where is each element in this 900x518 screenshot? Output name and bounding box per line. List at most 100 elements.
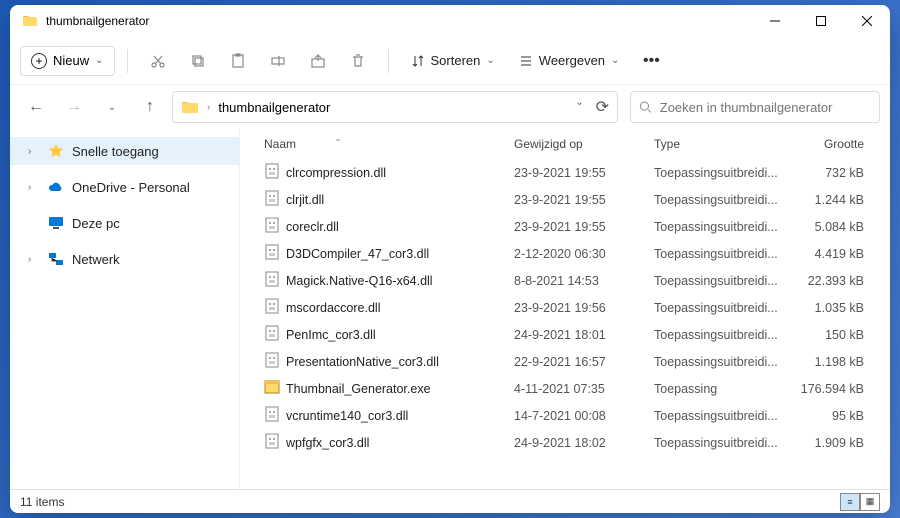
file-row[interactable]: clrjit.dll23-9-2021 19:55Toepassingsuitb… [240, 186, 890, 213]
file-modified: 14-7-2021 00:08 [514, 409, 654, 423]
file-size: 1.244 kB [784, 193, 864, 207]
sort-button[interactable]: Sorteren ⌄ [401, 47, 505, 74]
file-row[interactable]: D3DCompiler_47_cor3.dll2-12-2020 06:30To… [240, 240, 890, 267]
copy-button[interactable] [180, 43, 216, 79]
file-row[interactable]: coreclr.dll23-9-2021 19:55Toepassingsuit… [240, 213, 890, 240]
status-item-count: 11 items [20, 495, 64, 509]
file-size: 22.393 kB [784, 274, 864, 288]
file-row[interactable]: Magick.Native-Q16-x64.dll8-8-2021 14:53T… [240, 267, 890, 294]
network-icon [48, 251, 64, 267]
chevron-right-icon: › [28, 182, 40, 193]
star-icon [48, 143, 64, 159]
rename-button[interactable] [260, 43, 296, 79]
titlebar: thumbnailgenerator [10, 5, 890, 37]
more-button[interactable]: ••• [633, 43, 669, 79]
file-name: Magick.Native-Q16-x64.dll [286, 274, 433, 288]
search-input[interactable] [660, 100, 871, 115]
dll-icon [264, 298, 280, 317]
pc-icon [48, 215, 64, 231]
forward-button[interactable]: → [58, 91, 90, 123]
file-type: Toepassing [654, 382, 784, 396]
statusbar: 11 items ≡ ▦ [10, 489, 890, 513]
column-name[interactable]: Naam ˆ [264, 137, 514, 151]
new-button[interactable]: + Nieuw ⌄ [20, 46, 115, 76]
new-label: Nieuw [53, 53, 89, 68]
column-modified[interactable]: Gewijzigd op [514, 137, 654, 151]
view-toggle: ≡ ▦ [840, 493, 880, 511]
dll-icon [264, 244, 280, 263]
paste-button[interactable] [220, 43, 256, 79]
up-button[interactable]: ↑ [134, 91, 166, 123]
share-button[interactable] [300, 43, 336, 79]
dll-icon [264, 433, 280, 452]
breadcrumb-sep: › [207, 102, 210, 113]
sidebar-item-quick-access[interactable]: › Snelle toegang [10, 137, 239, 165]
file-name: PresentationNative_cor3.dll [286, 355, 439, 369]
sort-icon [411, 54, 425, 68]
exe-icon [264, 379, 280, 398]
navigation-row: ← → ⌄ ↑ › thumbnailgenerator ⌄ ⟳ [10, 85, 890, 129]
sidebar-item-onedrive[interactable]: › OneDrive - Personal [10, 173, 239, 201]
file-size: 1.198 kB [784, 355, 864, 369]
file-name: clrjit.dll [286, 193, 324, 207]
file-size: 95 kB [784, 409, 864, 423]
file-row[interactable]: vcruntime140_cor3.dll14-7-2021 00:08Toep… [240, 402, 890, 429]
separator [388, 49, 389, 73]
file-row[interactable]: wpfgfx_cor3.dll 24-9-2021 18:02Toepassing… [240, 429, 890, 456]
search-box[interactable] [630, 91, 880, 123]
column-size[interactable]: Grootte [784, 137, 864, 151]
file-modified: 23-9-2021 19:55 [514, 193, 654, 207]
file-modified: 24-9-2021 18:02 [514, 436, 654, 450]
dll-icon [264, 217, 280, 236]
file-type: Toepassingsuitbreidi... [654, 436, 784, 450]
view-button[interactable]: Weergeven ⌄ [509, 47, 630, 74]
file-modified: 23-9-2021 19:55 [514, 166, 654, 180]
file-row[interactable]: PresentationNative_cor3.dll 22-9-2021 16:… [240, 348, 890, 375]
maximize-button[interactable] [798, 5, 844, 37]
file-size: 176.594 kB [784, 382, 864, 396]
dll-icon [264, 325, 280, 344]
cloud-icon [48, 179, 64, 195]
column-type[interactable]: Type [654, 137, 784, 151]
file-name: Thumbnail_Generator.exe [286, 382, 431, 396]
minimize-button[interactable] [752, 5, 798, 37]
cut-button[interactable] [140, 43, 176, 79]
chevron-down-icon[interactable]: ⌄ [575, 97, 583, 117]
file-name: PenImc_cor3.dll [286, 328, 376, 342]
chevron-down-icon: ⌄ [95, 55, 103, 66]
address-bar[interactable]: › thumbnailgenerator ⌄ ⟳ [172, 91, 618, 123]
chevron-down-icon: ⌄ [486, 55, 494, 66]
content: Naam ˆ Gewijzigd op Type Grootte clrcomp… [240, 129, 890, 489]
file-size: 732 kB [784, 166, 864, 180]
file-row[interactable]: mscordaccore.dll23-9-2021 19:56Toepassin… [240, 294, 890, 321]
file-row[interactable]: Thumbnail_Generator.exe 4-11-2021 07:35To… [240, 375, 890, 402]
file-name: wpfgfx_cor3.dll [286, 436, 369, 450]
delete-button[interactable] [340, 43, 376, 79]
sort-indicator-icon: ˆ [336, 137, 340, 151]
close-button[interactable] [844, 5, 890, 37]
file-type: Toepassingsuitbreidi... [654, 355, 784, 369]
sidebar-item-network[interactable]: › Netwerk [10, 245, 239, 273]
file-row[interactable]: clrcompression.dll23-9-2021 19:55Toepass… [240, 159, 890, 186]
file-type: Toepassingsuitbreidi... [654, 328, 784, 342]
back-button[interactable]: ← [20, 91, 52, 123]
file-modified: 24-9-2021 18:01 [514, 328, 654, 342]
file-row[interactable]: PenImc_cor3.dll 24-9-2021 18:01Toepassing… [240, 321, 890, 348]
dll-icon [264, 352, 280, 371]
sidebar-item-label: Deze pc [72, 216, 120, 231]
file-modified: 22-9-2021 16:57 [514, 355, 654, 369]
plus-icon: + [31, 53, 47, 69]
recent-button[interactable]: ⌄ [96, 91, 128, 123]
sort-label: Sorteren [431, 53, 481, 68]
sidebar-item-label: OneDrive - Personal [72, 180, 190, 195]
file-modified: 2-12-2020 06:30 [514, 247, 654, 261]
file-modified: 4-11-2021 07:35 [514, 382, 654, 396]
file-name: clrcompression.dll [286, 166, 386, 180]
file-size: 5.084 kB [784, 220, 864, 234]
refresh-button[interactable]: ⟳ [596, 97, 609, 117]
dll-icon [264, 163, 280, 182]
icons-view-button[interactable]: ▦ [860, 493, 880, 511]
file-type: Toepassingsuitbreidi... [654, 301, 784, 315]
sidebar-item-this-pc[interactable]: Deze pc [10, 209, 239, 237]
details-view-button[interactable]: ≡ [840, 493, 860, 511]
